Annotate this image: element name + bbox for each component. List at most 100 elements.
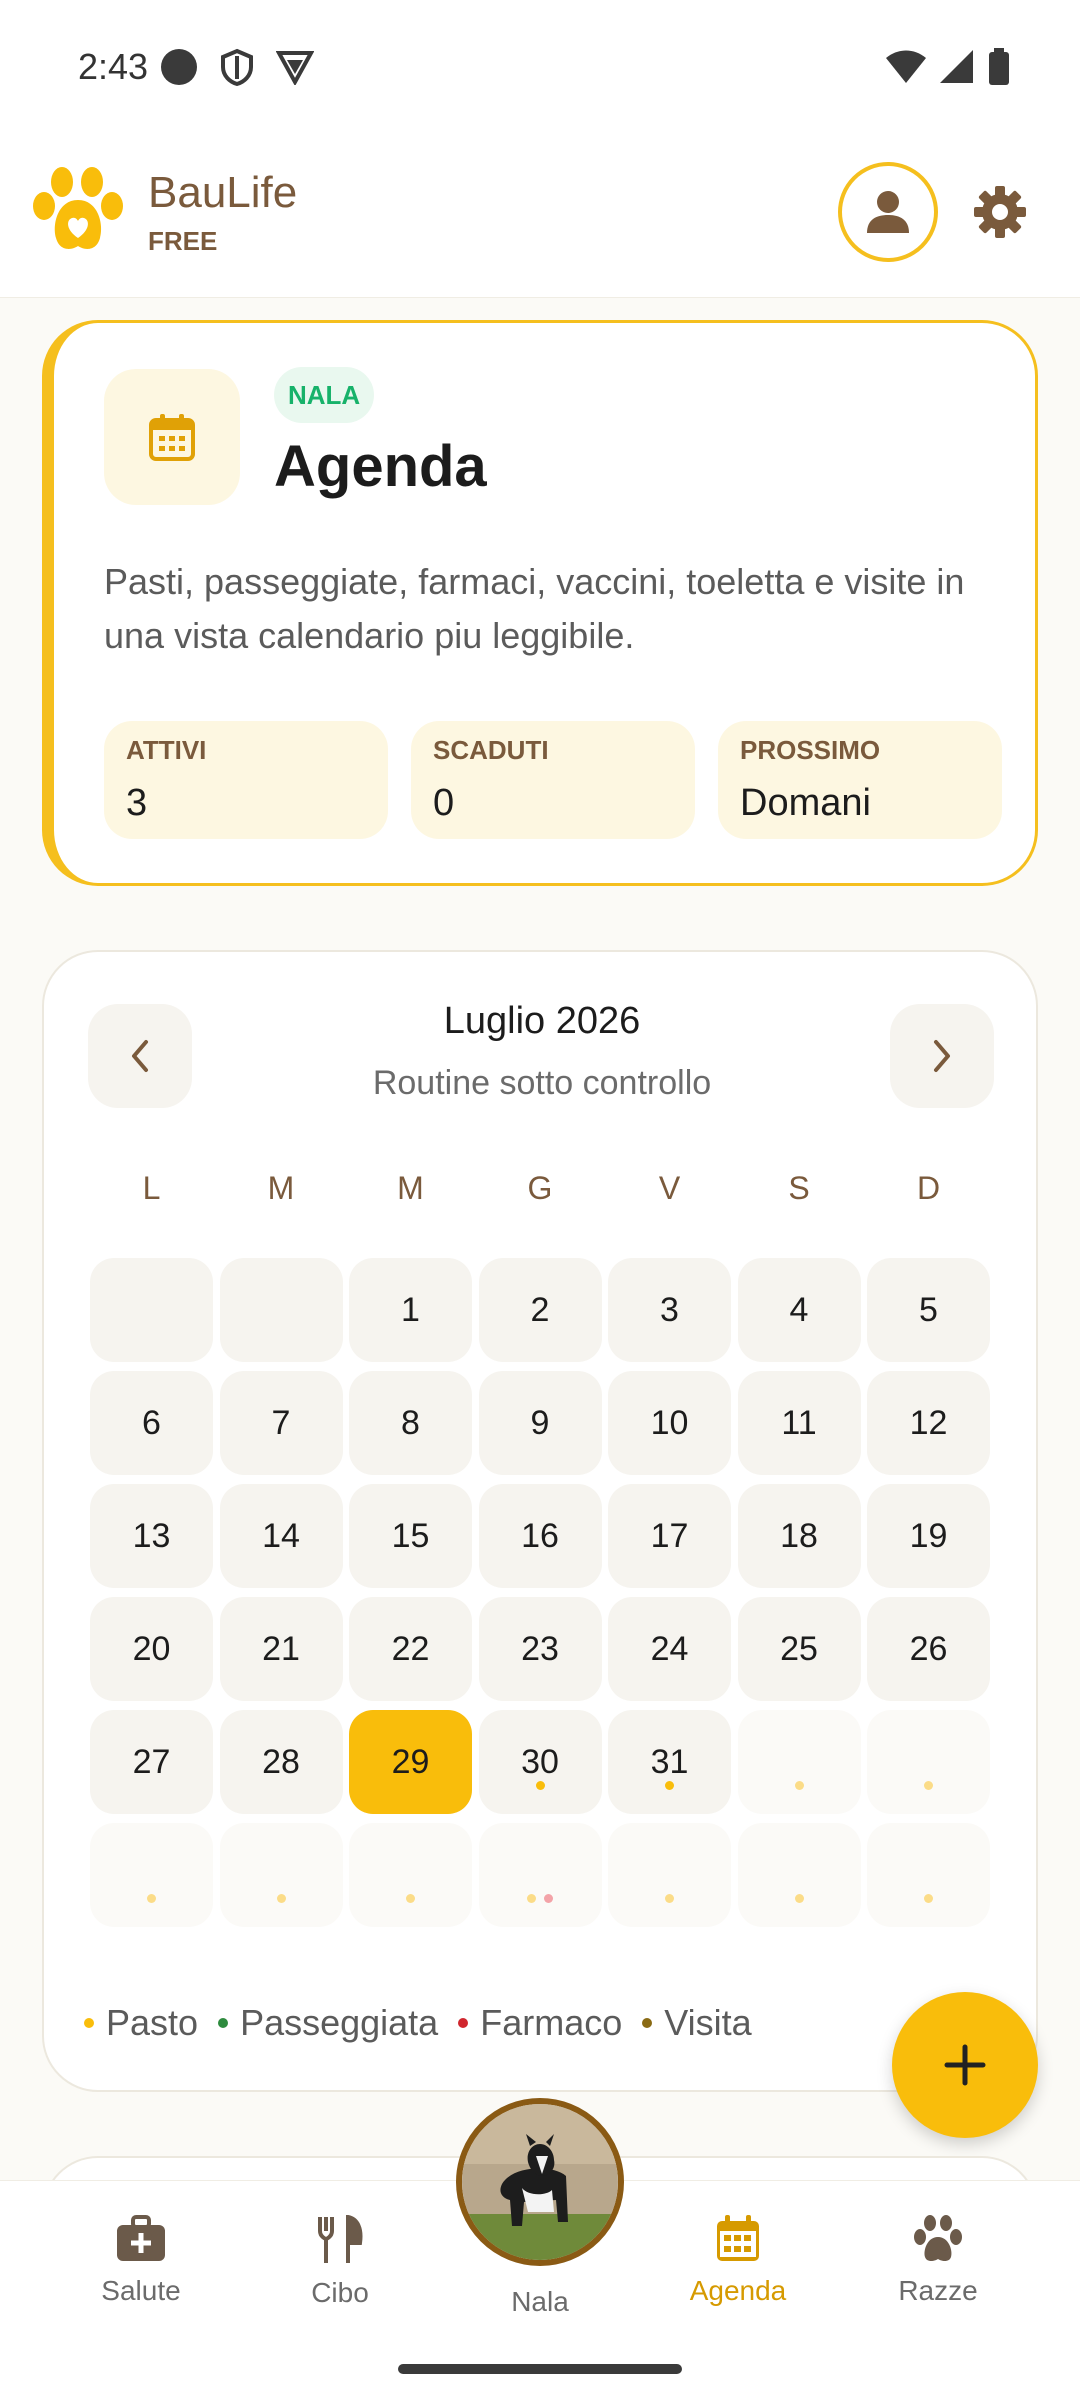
day-number: 14 (262, 1516, 300, 1555)
status-time: 2:43 (78, 46, 149, 87)
event-dots (738, 1894, 861, 1903)
calendar-day[interactable]: 20 (90, 1597, 213, 1701)
calendar-day-empty (608, 1823, 731, 1927)
weekday-label: G (527, 1170, 553, 1206)
gear-icon (974, 186, 1026, 238)
legend-item: Visita (642, 2002, 752, 2044)
stat-value: Domani (740, 782, 871, 824)
calendar-day-empty (90, 1258, 213, 1362)
calendar-day[interactable]: 18 (737, 1484, 861, 1588)
signal-icon (940, 50, 973, 83)
calendar-day[interactable]: 7 (219, 1371, 343, 1475)
day-number: 16 (521, 1516, 559, 1555)
calendar-day[interactable]: 17 (608, 1484, 731, 1588)
calendar-day[interactable]: 11 (737, 1371, 861, 1475)
calendar-day[interactable]: 4 (737, 1258, 861, 1362)
wifi-icon (886, 50, 926, 83)
legend-label: Visita (664, 2002, 752, 2043)
event-dot (406, 1894, 415, 1903)
calendar-day[interactable]: 9 (478, 1371, 602, 1475)
legend-dot (218, 2018, 229, 2028)
day-number: 12 (909, 1403, 948, 1442)
calendar-day-empty (867, 1710, 990, 1814)
nav-cibo[interactable]: Cibo (240, 2215, 440, 2309)
medkit-icon (117, 2215, 165, 2261)
calendar-day[interactable]: 6 (90, 1371, 213, 1475)
calendar-day[interactable]: 22 (349, 1597, 472, 1701)
event-dots (349, 1894, 472, 1903)
calendar-legend: Pasto Passeggiata Farmaco Visita (84, 2002, 752, 2044)
calendar-day-empty (219, 1258, 343, 1362)
day-number: 20 (132, 1629, 171, 1668)
day-number: 2 (530, 1290, 550, 1329)
nav-salute[interactable]: Salute (41, 2215, 241, 2307)
nav-razze[interactable]: Razze (838, 2215, 1038, 2307)
calendar-day[interactable]: 27 (90, 1710, 213, 1814)
calendar-day[interactable]: 5 (867, 1258, 990, 1362)
calendar-day[interactable]: 10 (608, 1371, 731, 1475)
calendar-day[interactable]: 13 (90, 1484, 213, 1588)
calendar-day-today[interactable]: 29 (349, 1710, 472, 1814)
plus-icon (944, 2044, 986, 2086)
day-number: 13 (132, 1516, 171, 1555)
vpn-icon (276, 51, 314, 85)
nav-label: Agenda (689, 2275, 787, 2306)
day-number: 27 (132, 1742, 171, 1781)
event-dots (608, 1781, 731, 1790)
legend-item: Farmaco (458, 2002, 622, 2044)
event-dots (220, 1894, 343, 1903)
nav-label: Salute (101, 2275, 181, 2306)
day-number: 8 (401, 1403, 420, 1442)
stat-attivi: ATTIVI 3 (104, 721, 388, 839)
calendar-day[interactable]: 14 (219, 1484, 343, 1588)
day-number: 5 (919, 1290, 938, 1329)
chevron-right-icon (934, 1040, 950, 1072)
calendar-day[interactable]: 8 (349, 1371, 472, 1475)
calendar-day[interactable]: 30 (478, 1710, 602, 1814)
nav-label: Razze (898, 2275, 978, 2306)
stat-label: SCADUTI (433, 735, 549, 765)
settings-button[interactable] (968, 180, 1032, 244)
utensils-icon (318, 2215, 363, 2263)
day-number: 31 (650, 1742, 689, 1781)
calendar-day[interactable]: 26 (867, 1597, 990, 1701)
add-event-button[interactable] (892, 1992, 1038, 2138)
nav-agenda[interactable]: Agenda (638, 2215, 838, 2307)
next-month-button[interactable] (890, 1004, 994, 1108)
calendar-day[interactable]: 12 (867, 1371, 990, 1475)
calendar-day[interactable]: 24 (608, 1597, 731, 1701)
home-indicator[interactable] (398, 2364, 682, 2374)
calendar-day[interactable]: 21 (219, 1597, 343, 1701)
day-number: 23 (521, 1629, 559, 1668)
calendar-day-empty (349, 1823, 472, 1927)
paw-icon (914, 2215, 962, 2261)
profile-button[interactable] (838, 162, 938, 262)
stat-label: ATTIVI (126, 735, 207, 765)
stat-value: 3 (126, 782, 148, 824)
calendar-day[interactable]: 19 (867, 1484, 990, 1588)
pet-avatar-button[interactable] (456, 2098, 624, 2266)
calendar-day[interactable]: 1 (349, 1258, 472, 1362)
legend-dot (458, 2018, 469, 2028)
calendar-day[interactable]: 3 (608, 1258, 731, 1362)
weekday-label: L (142, 1170, 161, 1206)
plan-badge: FREE (148, 226, 218, 256)
calendar-day[interactable]: 2 (478, 1258, 602, 1362)
calendar-card: Luglio 2026 Routine sotto controllo LMMG… (42, 950, 1038, 2092)
day-number: 17 (650, 1516, 689, 1555)
day-number: 28 (262, 1742, 300, 1781)
status-bar: 2:43 (0, 0, 1080, 130)
calendar-day[interactable]: 23 (478, 1597, 602, 1701)
day-number: 10 (650, 1403, 689, 1442)
event-dot (535, 1781, 545, 1790)
calendar-day[interactable]: 15 (349, 1484, 472, 1588)
legend-label: Passeggiata (240, 2002, 439, 2043)
calendar-day[interactable]: 28 (219, 1710, 343, 1814)
event-dots (479, 1781, 602, 1790)
battery-icon (989, 48, 1009, 85)
calendar-day[interactable]: 16 (478, 1484, 602, 1588)
day-number: 11 (781, 1403, 817, 1442)
calendar-day-empty (219, 1823, 343, 1927)
calendar-day[interactable]: 31 (608, 1710, 731, 1814)
calendar-day[interactable]: 25 (737, 1597, 861, 1701)
